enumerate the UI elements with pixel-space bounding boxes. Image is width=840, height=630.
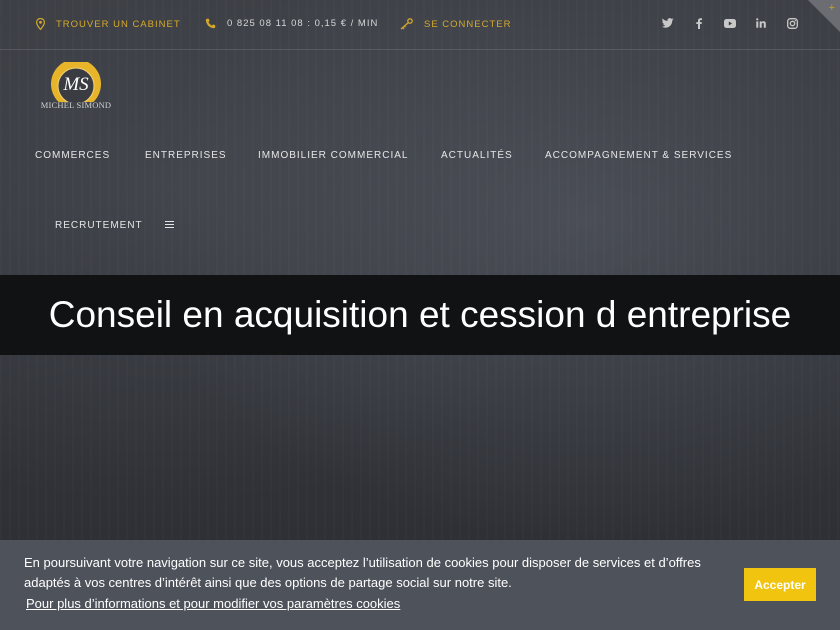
nav-recrutement[interactable]: RECRUTEMENT: [55, 220, 143, 231]
find-office-link[interactable]: TROUVER UN CABINET: [36, 18, 181, 30]
nav-accompagnement-services[interactable]: ACCOMPAGNEMENT & SERVICES: [545, 150, 732, 161]
login-link[interactable]: SE CONNECTER: [400, 18, 511, 30]
location-pin-icon: [36, 18, 45, 30]
facebook-icon[interactable]: [691, 15, 707, 31]
phone-icon: [205, 18, 216, 29]
phone-link[interactable]: 0 825 08 11 08 : 0,15 € / MIN: [205, 18, 378, 29]
youtube-icon[interactable]: [722, 15, 738, 31]
twitter-icon[interactable]: [660, 15, 676, 31]
cookie-settings-link[interactable]: Pour plus d’informations et pour modifie…: [26, 596, 400, 611]
cookie-banner: En poursuivant votre navigation sur ce s…: [0, 540, 840, 630]
cookie-message: En poursuivant votre navigation sur ce s…: [24, 555, 701, 590]
page-title: Conseil en acquisition et cession d entr…: [48, 294, 792, 335]
find-office-label: TROUVER UN CABINET: [56, 18, 181, 30]
page-title-band: Conseil en acquisition et cession d entr…: [0, 275, 840, 355]
nav-commerces[interactable]: COMMERCES: [35, 150, 110, 161]
hamburger-menu-icon[interactable]: [165, 221, 174, 230]
login-label: SE CONNECTER: [424, 18, 512, 30]
accept-cookies-button[interactable]: Accepter: [744, 568, 816, 601]
nav-actualites[interactable]: ACTUALITÉS: [441, 150, 513, 161]
linkedin-icon[interactable]: [753, 15, 769, 31]
hero-texture: [0, 0, 840, 540]
top-bar: TROUVER UN CABINET 0 825 08 11 08 : 0,15…: [0, 0, 840, 50]
instagram-icon[interactable]: [784, 15, 800, 31]
logo-monogram: MS: [63, 74, 89, 95]
nav-entreprises[interactable]: ENTREPRISES: [145, 150, 227, 161]
phone-label: 0 825 08 11 08 : 0,15 € / MIN: [227, 18, 379, 29]
logo-name: MICHEL SIMOND: [40, 100, 112, 110]
nav-immobilier-commercial[interactable]: IMMOBILIER COMMERCIAL: [258, 150, 408, 161]
key-icon: [400, 18, 413, 30]
